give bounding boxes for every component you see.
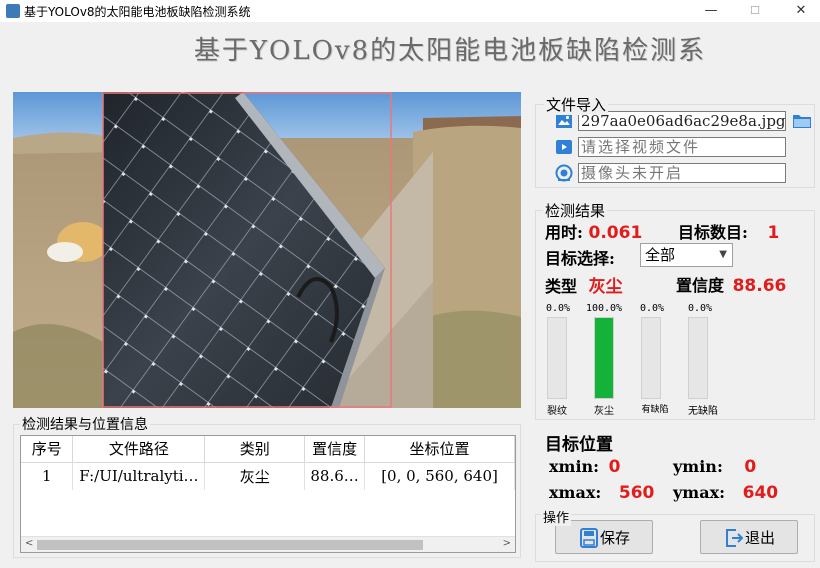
xmin-label: xmin: xyxy=(549,457,600,476)
results-table-label: 检测结果与位置信息 xyxy=(20,414,150,434)
scrollbar-thumb[interactable] xyxy=(37,540,423,550)
time-value: 0.061 xyxy=(588,223,643,243)
video-path-field[interactable]: 请选择视频文件 xyxy=(578,137,786,157)
image-display xyxy=(13,92,521,408)
xmin-row: xmin: 0 xyxy=(549,457,621,477)
ymin-value: 0 xyxy=(744,457,757,477)
xmax-value: 560 xyxy=(618,483,655,503)
confidence-value: 88.66 xyxy=(732,276,787,296)
window-title: 基于YOLOv8的太阳能电池板缺陷检测系统 xyxy=(24,5,251,19)
save-button-label: 保存 xyxy=(600,529,631,547)
chevron-down-icon: ▼ xyxy=(719,249,727,260)
confidence-row: 置信度 88.66 xyxy=(676,272,786,296)
camera-icon[interactable] xyxy=(555,164,573,182)
bar-label-dust: 灰尘 xyxy=(594,406,614,417)
ymax-row: ymax: 640 xyxy=(673,483,778,503)
results-grid: 序号 文件路径 类别 置信度 坐标位置 1 F:/UI/ultralyti… 灰… xyxy=(21,436,515,490)
col-header-index[interactable]: 序号 xyxy=(21,436,74,463)
xmin-value: 0 xyxy=(608,457,621,477)
cell-coords[interactable]: [0, 0, 560, 640] xyxy=(364,462,515,490)
app-banner: 基于YOLOv8的太阳能电池板缺陷检测系 xyxy=(193,36,707,66)
image-path-field[interactable]: 297aa0e06ad6ac29e8a.jpg xyxy=(578,111,786,131)
type-value: 灰尘 xyxy=(588,277,623,297)
table-row[interactable]: 1 F:/UI/ultralyti… 灰尘 88.6… [0, 0, 560, … xyxy=(21,462,515,490)
ymin-label: ymin: xyxy=(673,457,723,476)
scroll-left-icon[interactable]: < xyxy=(25,538,33,549)
time-label: 用时: xyxy=(545,223,583,242)
exit-icon xyxy=(726,529,743,547)
col-header-path[interactable]: 文件路径 xyxy=(72,436,206,463)
bar-percent-nodefect: 0.0% xyxy=(687,303,713,314)
cell-path[interactable]: F:/UI/ultralyti… xyxy=(72,462,206,490)
results-table[interactable]: 序号 文件路径 类别 置信度 坐标位置 1 F:/UI/ultralyti… 灰… xyxy=(20,435,516,553)
ymin-row: ymin: 0 xyxy=(673,457,756,477)
table-header-row: 序号 文件路径 类别 置信度 坐标位置 xyxy=(21,436,515,463)
main-window: 基于YOLOv8的太阳能电池板缺陷检测系统 — ☐ ✕ 基于YOLOv8的太阳能… xyxy=(0,0,820,568)
target-select-value: 全部 xyxy=(645,246,676,264)
file-import-label: 文件导入 xyxy=(544,94,609,115)
class-bar-defect xyxy=(641,317,661,399)
maximize-button[interactable]: ☐ xyxy=(732,0,778,22)
target-position-label: 目标位置 xyxy=(545,435,613,455)
class-bar-crack xyxy=(547,317,567,399)
col-header-coords[interactable]: 坐标位置 xyxy=(364,436,515,463)
class-bar-fill xyxy=(595,318,613,398)
bar-label-defect: 有缺陷 xyxy=(641,405,669,415)
horizontal-scrollbar[interactable]: < > xyxy=(21,536,515,552)
confidence-label: 置信度 xyxy=(676,276,725,295)
exit-button[interactable]: 退出 xyxy=(700,520,798,554)
xmax-label: xmax: xyxy=(549,483,602,502)
bar-label-crack: 裂纹 xyxy=(547,406,567,417)
folder-icon[interactable] xyxy=(792,112,812,130)
ymax-label: ymax: xyxy=(673,483,726,502)
camera-row: 摄像头未开启 xyxy=(555,163,795,183)
operations-label: 操作 xyxy=(541,507,572,526)
cell-confidence[interactable]: 88.6… xyxy=(304,462,366,490)
video-icon[interactable] xyxy=(555,138,573,156)
close-button[interactable]: ✕ xyxy=(778,0,820,22)
count-row: 目标数目: 1 xyxy=(678,219,779,243)
time-row: 用时: 0.061 xyxy=(545,219,642,243)
xmax-row: xmax: 560 xyxy=(549,483,654,503)
detection-result-label: 检测结果 xyxy=(543,200,608,221)
target-select-label: 目标选择: xyxy=(545,249,615,268)
bar-percent-dust: 100.0% xyxy=(585,303,623,314)
video-file-row: 请选择视频文件 xyxy=(555,137,795,157)
cell-class[interactable]: 灰尘 xyxy=(204,462,306,490)
type-label: 类型 xyxy=(545,277,578,296)
exit-button-label: 退出 xyxy=(745,529,776,547)
col-header-confidence[interactable]: 置信度 xyxy=(304,436,366,463)
minimize-button[interactable]: — xyxy=(688,0,734,22)
count-value: 1 xyxy=(767,223,780,243)
camera-status-field[interactable]: 摄像头未开启 xyxy=(578,163,786,183)
class-bar-nodefect xyxy=(688,317,708,399)
cell-index[interactable]: 1 xyxy=(21,462,74,490)
title-bar: 基于YOLOv8的太阳能电池板缺陷检测系统 — ☐ ✕ xyxy=(0,0,820,22)
class-bar-dust xyxy=(594,317,614,399)
scroll-right-icon[interactable]: > xyxy=(503,538,511,549)
col-header-class[interactable]: 类别 xyxy=(204,436,306,463)
app-icon xyxy=(6,4,20,18)
save-icon xyxy=(580,528,598,548)
target-select[interactable]: 全部 ▼ xyxy=(640,243,733,267)
bar-label-nodefect: 无缺陷 xyxy=(688,406,718,417)
type-row: 类型 灰尘 xyxy=(545,272,623,297)
bar-percent-crack: 0.0% xyxy=(545,303,571,314)
ymax-value: 640 xyxy=(742,483,779,503)
bar-percent-defect: 0.0% xyxy=(639,303,665,314)
count-label: 目标数目: xyxy=(678,223,748,242)
